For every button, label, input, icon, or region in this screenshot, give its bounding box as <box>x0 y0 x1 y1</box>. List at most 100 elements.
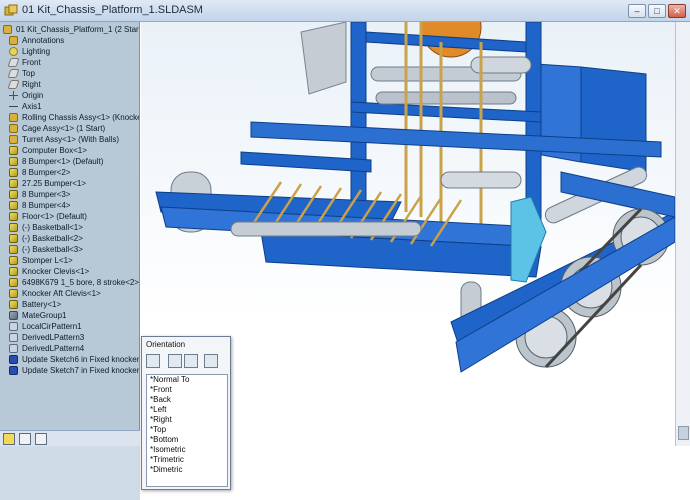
pin-icon[interactable] <box>204 354 218 368</box>
tree-item[interactable]: Rolling Chassis Assy<1> (Knocker up) <box>0 112 139 123</box>
tree-item-label: (-) Basketball<2> <box>22 234 83 243</box>
tree-item[interactable]: Knocker Aft Clevis<1> <box>0 288 139 299</box>
orientation-list: *Normal To *Front *Back *Left *Right *Top *Bot… <box>146 374 228 487</box>
tree-item-label: DerivedLPattern3 <box>22 333 85 342</box>
tree-item[interactable]: (-) Basketball<1> <box>0 222 139 233</box>
configurationmanager-tab-icon[interactable] <box>35 433 47 445</box>
tree-item-label: 27.25 Bumper<1> <box>22 179 87 188</box>
tree-item[interactable]: Lighting <box>0 46 139 57</box>
orientation-item[interactable]: *Left <box>147 405 227 415</box>
tree-item-label: (-) Basketball<1> <box>22 223 83 232</box>
sketch-icon <box>9 366 18 375</box>
pattern-icon <box>9 333 18 342</box>
tree-item[interactable]: Right <box>0 79 139 90</box>
tree-item[interactable]: Computer Box<1> <box>0 145 139 156</box>
plane-icon <box>7 58 20 67</box>
tree-item[interactable]: Floor<1> (Default) <box>0 211 139 222</box>
tree-item[interactable]: (-) Basketball<3> <box>0 244 139 255</box>
propertymanager-tab-icon[interactable] <box>19 433 31 445</box>
tree-item[interactable]: (-) Basketball<2> <box>0 233 139 244</box>
orientation-item[interactable]: *Isometric <box>147 445 227 455</box>
scrollbar-thumb[interactable] <box>678 426 689 440</box>
orientation-item[interactable]: *Bottom <box>147 435 227 445</box>
maximize-button[interactable]: □ <box>648 4 666 18</box>
featuremanager-tab-icon[interactable] <box>3 433 15 445</box>
close-button[interactable]: ✕ <box>668 4 686 18</box>
orientation-item[interactable]: *Dimetric <box>147 465 227 475</box>
tree-item[interactable]: DerivedLPattern3 <box>0 332 139 343</box>
part-icon <box>9 201 18 210</box>
pattern-icon <box>9 344 18 353</box>
orientation-item[interactable]: *Trimetric <box>147 455 227 465</box>
assembly-icon <box>3 25 12 34</box>
tree-item-label: Right <box>22 80 41 89</box>
tree-item[interactable]: 8 Bumper<1> (Default) <box>0 156 139 167</box>
tree-item[interactable]: 8 Bumper<4> <box>0 200 139 211</box>
tree-item-label: 01 Kit_Chassis_Platform_1 (2 Start No Bu… <box>16 25 140 34</box>
tree-item-label: Update Sketch7 in Fixed knocker bar <box>22 366 140 375</box>
tree-item[interactable]: 8 Bumper<3> <box>0 189 139 200</box>
part-icon <box>9 256 18 265</box>
tree-item-label: Turret Assy<1> (With Balls) <box>22 135 120 144</box>
feature-tree-panel: 01 Kit_Chassis_Platform_1 (2 Start No Bu… <box>0 22 140 430</box>
part-icon <box>9 278 18 287</box>
orientation-item[interactable]: *Right <box>147 415 227 425</box>
tree-item[interactable]: Origin <box>0 90 139 101</box>
orientation-toolbar <box>146 354 228 370</box>
new-view-icon[interactable] <box>146 354 160 368</box>
pattern-icon <box>9 322 18 331</box>
tree-item[interactable]: Knocker Clevis<1> <box>0 266 139 277</box>
part-icon <box>9 267 18 276</box>
title-bar[interactable]: 01 Kit_Chassis_Platform_1.SLDASM – □ ✕ <box>0 0 690 22</box>
update-view-icon[interactable] <box>168 354 182 368</box>
subassembly-icon <box>9 135 18 144</box>
part-icon <box>9 190 18 199</box>
mategroup-icon <box>9 311 18 320</box>
tree-item[interactable]: MateGroup1 <box>0 310 139 321</box>
tree-item-label: Update Sketch6 in Fixed knocker bar <box>22 355 140 364</box>
tree-item[interactable]: LocalCirPattern1 <box>0 321 139 332</box>
tree-item[interactable]: DerivedLPattern4 <box>0 343 139 354</box>
subassembly-icon <box>9 113 18 122</box>
minimize-button[interactable]: – <box>628 4 646 18</box>
tree-item[interactable]: Top <box>0 68 139 79</box>
tree-item[interactable]: Stomper L<1> <box>0 255 139 266</box>
tree-item[interactable]: Update Sketch7 in Fixed knocker bar <box>0 365 140 376</box>
tree-item[interactable]: Axis1 <box>0 101 139 112</box>
tree-item[interactable]: Annotations <box>0 35 139 46</box>
part-icon <box>9 300 18 309</box>
part-icon <box>9 168 18 177</box>
tree-item-label: DerivedLPattern4 <box>22 344 85 353</box>
tree-item-label: Battery<1> <box>22 300 62 309</box>
tree-item-label: 6498K679 1_5 bore, 8 stroke<2> (In [in <box>22 278 139 287</box>
viewport-scrollbar[interactable] <box>675 22 690 446</box>
part-icon <box>9 289 18 298</box>
part-icon <box>9 223 18 232</box>
tree-item[interactable]: 27.25 Bumper<1> <box>0 178 139 189</box>
tree-item[interactable]: 8 Bumper<2> <box>0 167 139 178</box>
reset-view-icon[interactable] <box>184 354 198 368</box>
tree-item-label: MateGroup1 <box>22 311 67 320</box>
tree-item-label: Top <box>22 69 35 78</box>
assembly-icon <box>4 4 18 16</box>
tree-item-label: Floor<1> (Default) <box>22 212 87 221</box>
orientation-item[interactable]: *Top <box>147 425 227 435</box>
tree-item[interactable]: 01 Kit_Chassis_Platform_1 (2 Start No Bu… <box>0 24 140 35</box>
solidworks-window: 01 Kit_Chassis_Platform_1.SLDASM – □ ✕ 0… <box>0 0 690 500</box>
tree-item[interactable]: Turret Assy<1> (With Balls) <box>0 134 139 145</box>
tree-item[interactable]: Cage Assy<1> (1 Start) <box>0 123 139 134</box>
plane-icon <box>7 69 20 78</box>
axis-icon <box>9 102 18 111</box>
tree-item[interactable]: Front <box>0 57 139 68</box>
tree-item[interactable]: Update Sketch6 in Fixed knocker bar <box>0 354 140 365</box>
orientation-item[interactable]: *Back <box>147 395 227 405</box>
tree-item[interactable]: Battery<1> <box>0 299 139 310</box>
orientation-item[interactable]: *Front <box>147 385 227 395</box>
tree-item-label: Knocker Clevis<1> <box>22 267 90 276</box>
subassembly-icon <box>9 124 18 133</box>
tree-item[interactable]: 6498K679 1_5 bore, 8 stroke<2> (In [in <box>0 277 139 288</box>
orientation-item[interactable]: *Normal To <box>147 375 227 385</box>
tree-item-label: 8 Bumper<4> <box>22 201 71 210</box>
feature-tree: 01 Kit_Chassis_Platform_1 (2 Start No Bu… <box>0 24 140 376</box>
plane-icon <box>7 80 20 89</box>
